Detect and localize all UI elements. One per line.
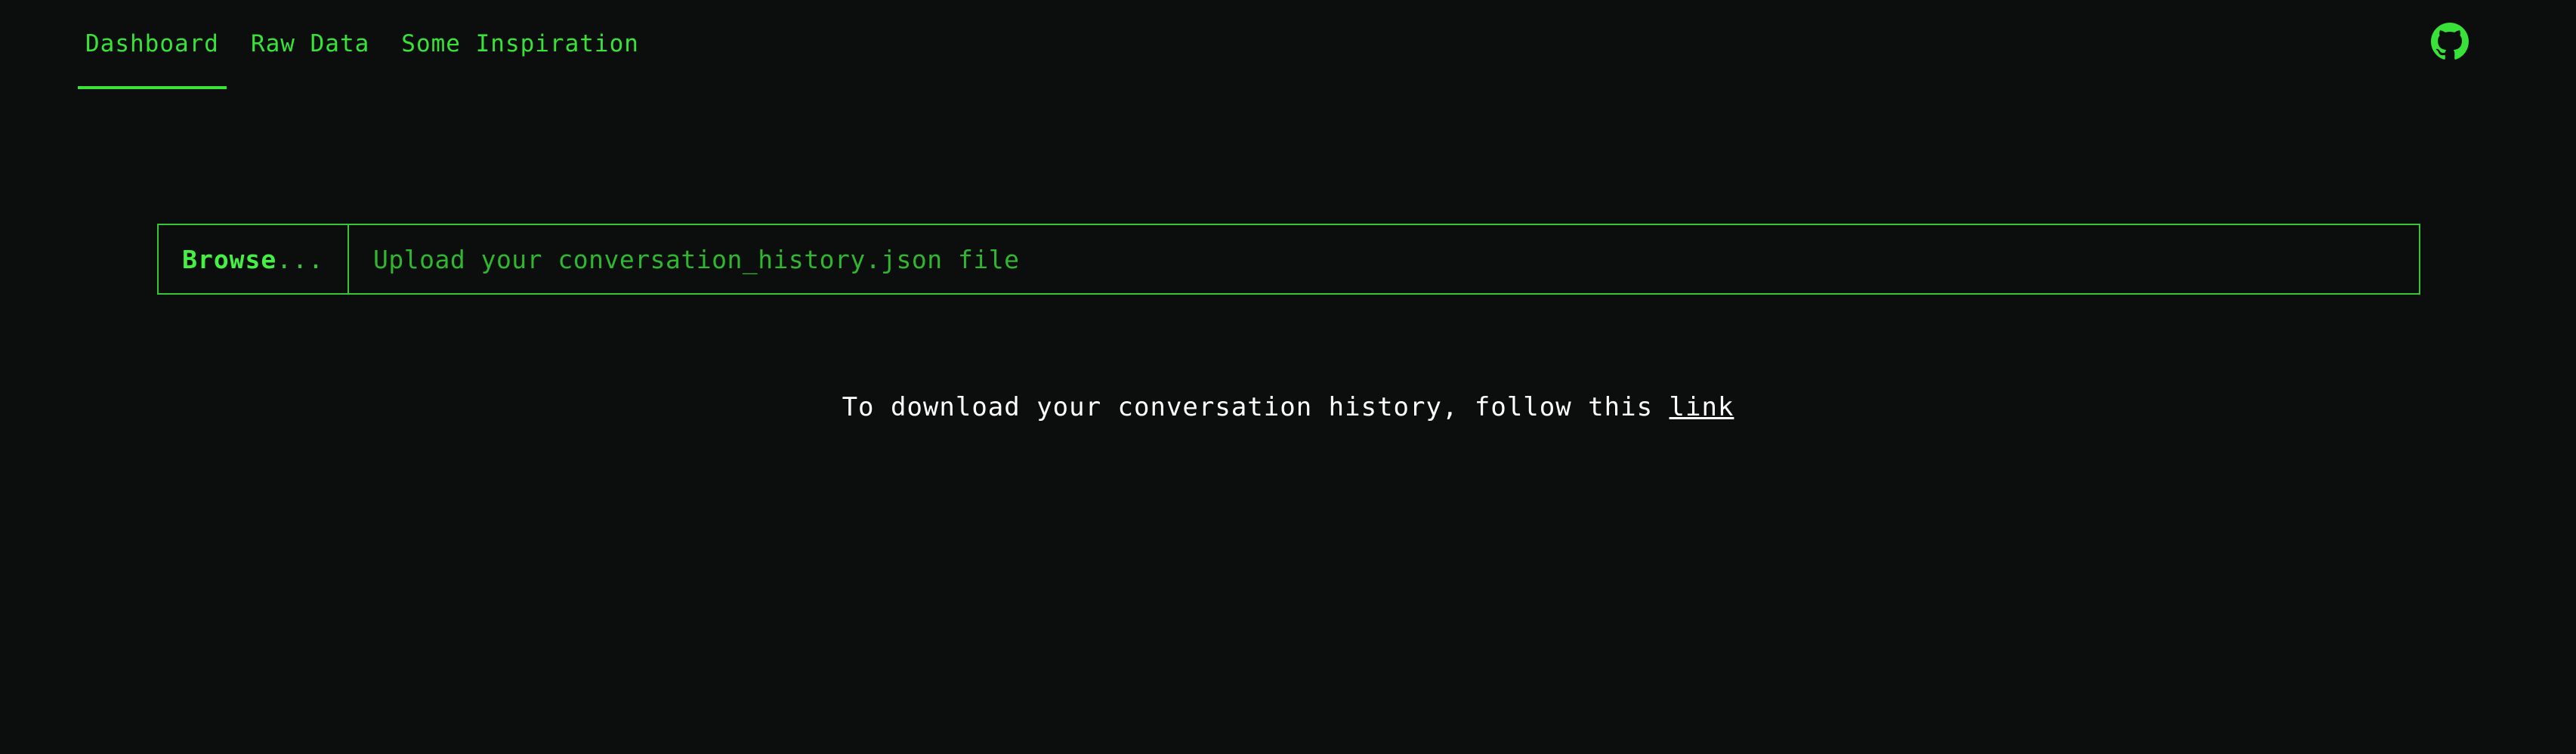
top-nav: Dashboard Raw Data Some Inspiration <box>78 0 663 89</box>
download-hint: To download your conversation history, f… <box>0 392 2576 422</box>
hint-text: To download your conversation history, f… <box>842 392 1669 422</box>
file-name-input[interactable] <box>349 225 2419 293</box>
github-logo-svg <box>2431 23 2469 60</box>
browse-label: Browse <box>182 244 277 274</box>
browse-ellipsis: ... <box>276 244 324 274</box>
browse-button[interactable]: Browse... <box>159 225 349 293</box>
tab-dashboard[interactable]: Dashboard <box>78 0 227 89</box>
file-upload: Browse... <box>157 224 2420 295</box>
tab-some-inspiration[interactable]: Some Inspiration <box>394 0 647 89</box>
tab-raw-data[interactable]: Raw Data <box>243 0 377 89</box>
download-link[interactable]: link <box>1669 392 1734 422</box>
github-icon[interactable] <box>2431 23 2469 60</box>
